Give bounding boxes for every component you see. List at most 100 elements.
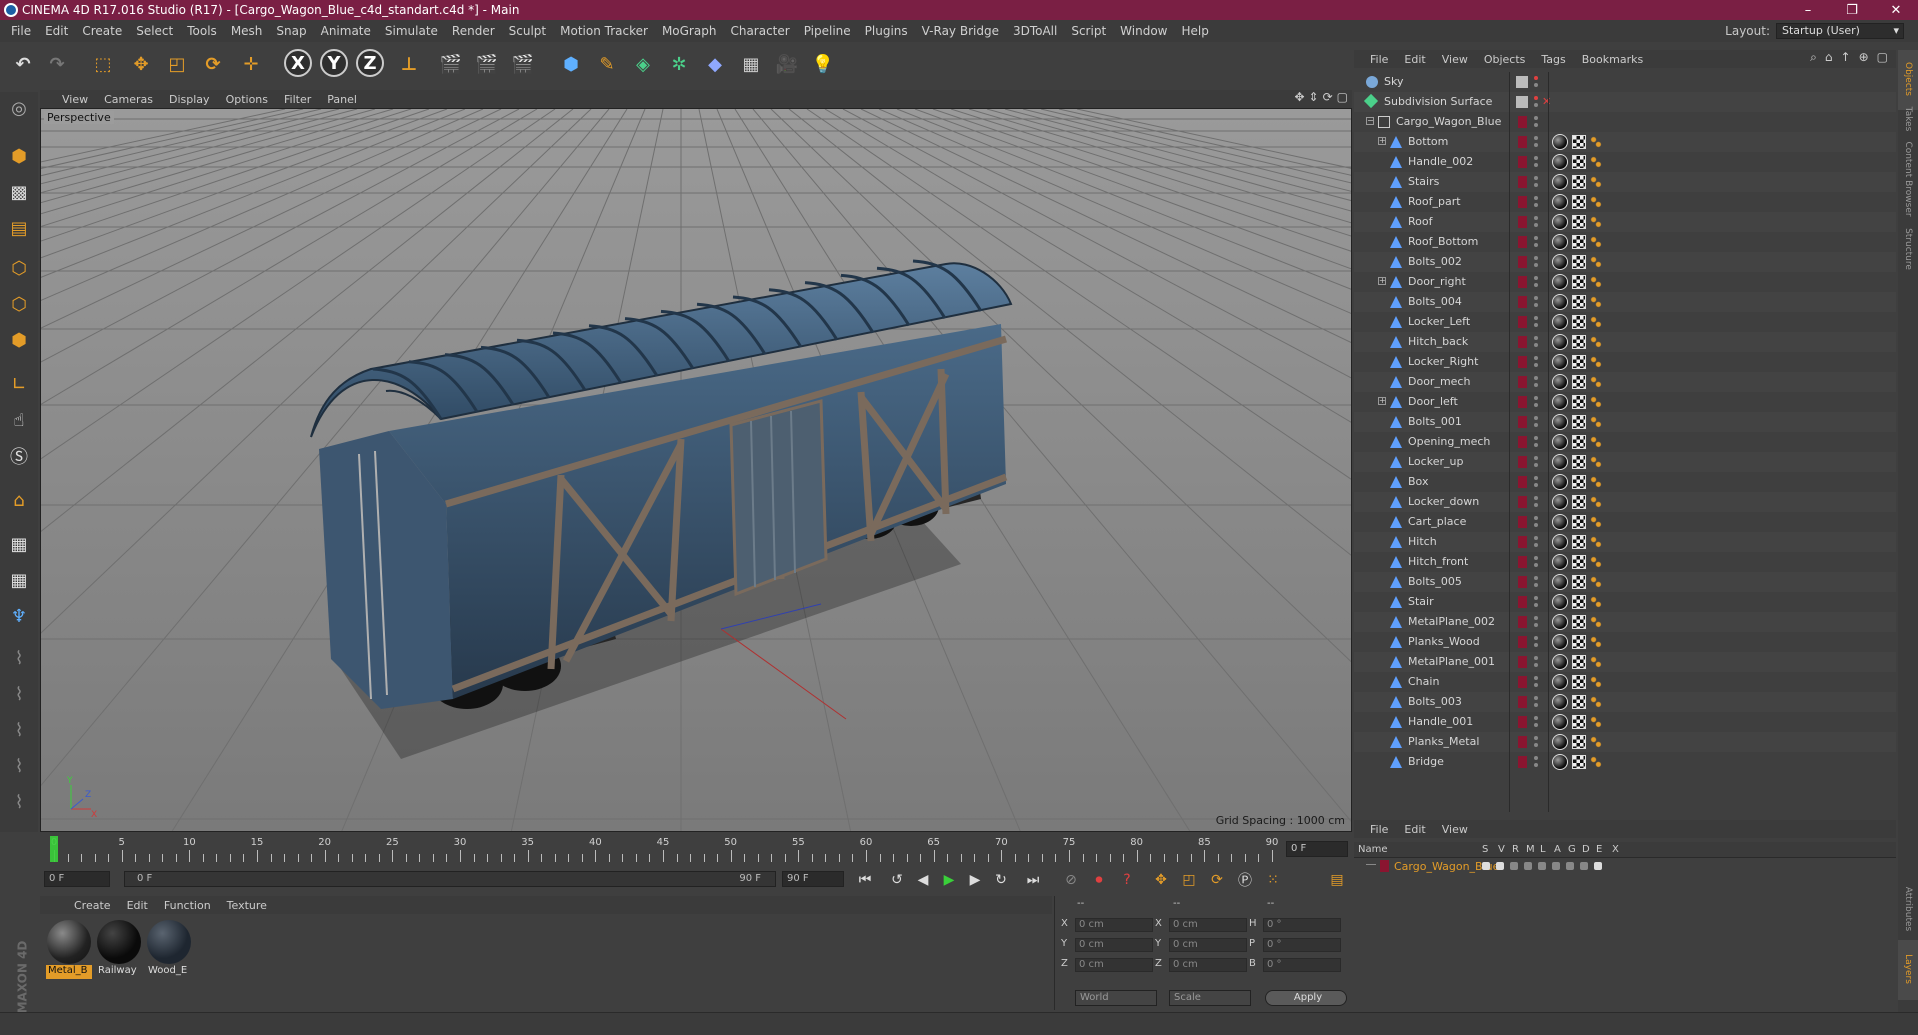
object-row[interactable]: Subdivision Surface ✕ <box>1354 92 1896 112</box>
cube-primitive-icon[interactable]: ⬢ <box>556 49 586 79</box>
menu-render[interactable]: Render <box>445 24 502 38</box>
material-tag-icon[interactable] <box>1552 354 1568 370</box>
visibility-render-dot[interactable] <box>1534 563 1538 567</box>
object-row[interactable]: +Hitch <box>1354 532 1896 552</box>
visibility-render-dot[interactable] <box>1534 383 1538 387</box>
layout-dropdown[interactable]: Startup (User) <box>1776 23 1904 39</box>
expand-toggle-icon[interactable]: + <box>1378 137 1386 145</box>
visibility-render-dot[interactable] <box>1534 163 1538 167</box>
material-menu-create[interactable]: Create <box>66 899 119 912</box>
object-row[interactable]: +Handle_001 <box>1354 712 1896 732</box>
layer-color-swatch[interactable] <box>1518 296 1527 308</box>
uvw-tag-icon[interactable] <box>1572 395 1586 409</box>
uvw-tag-icon[interactable] <box>1572 495 1586 509</box>
layer-color-swatch[interactable] <box>1518 196 1527 208</box>
coord-value-field[interactable]: 0 ° <box>1263 918 1341 932</box>
menu-animate[interactable]: Animate <box>314 24 378 38</box>
uvw-tag-icon[interactable] <box>1572 715 1586 729</box>
object-row[interactable]: +MetalPlane_002 <box>1354 612 1896 632</box>
menu-motion-tracker[interactable]: Motion Tracker <box>553 24 655 38</box>
visibility-render-dot[interactable] <box>1534 443 1538 447</box>
layer-flag-icon[interactable] <box>1552 862 1560 870</box>
visibility-editor-dot[interactable] <box>1534 476 1538 480</box>
previous-key-icon[interactable]: ↺ <box>886 869 908 891</box>
uvw-tag-icon[interactable] <box>1572 555 1586 569</box>
visibility-editor-dot[interactable] <box>1534 376 1538 380</box>
layer-menu-file[interactable]: File <box>1362 823 1396 836</box>
menu-pipeline[interactable]: Pipeline <box>797 24 858 38</box>
object-row[interactable]: +Planks_Wood <box>1354 632 1896 652</box>
selection-tag-icon[interactable] <box>1590 296 1602 308</box>
selection-tag-icon[interactable] <box>1590 496 1602 508</box>
y-axis-lock-button[interactable]: Y <box>320 49 348 77</box>
previous-frame-icon[interactable]: ◀ <box>912 869 934 891</box>
object-row[interactable]: +Locker_Right <box>1354 352 1896 372</box>
expand-toggle-icon[interactable]: + <box>1378 277 1386 285</box>
selection-tag-icon[interactable] <box>1590 396 1602 408</box>
coord-value-field[interactable]: 0 cm <box>1169 918 1247 932</box>
dolly-icon[interactable]: ⇕ <box>1309 90 1319 104</box>
visibility-render-dot[interactable] <box>1534 463 1538 467</box>
layer-color-swatch[interactable] <box>1518 516 1527 528</box>
selection-tag-icon[interactable] <box>1590 716 1602 728</box>
playhead[interactable] <box>50 836 58 862</box>
visibility-editor-dot[interactable] <box>1534 76 1538 80</box>
visibility-editor-dot[interactable] <box>1534 676 1538 680</box>
visibility-render-dot[interactable] <box>1534 703 1538 707</box>
visibility-editor-dot[interactable] <box>1534 516 1538 520</box>
visibility-editor-dot[interactable] <box>1534 696 1538 700</box>
apply-button[interactable]: Apply <box>1265 990 1347 1006</box>
object-row[interactable]: + Bottom <box>1354 132 1896 152</box>
layer-color-swatch[interactable] <box>1518 596 1527 608</box>
move-tool-icon[interactable]: ✥ <box>126 49 156 79</box>
selection-tag-icon[interactable] <box>1590 536 1602 548</box>
visibility-render-dot[interactable] <box>1534 363 1538 367</box>
selection-tag-icon[interactable] <box>1590 756 1602 768</box>
visibility-editor-dot[interactable] <box>1534 656 1538 660</box>
polygons-mode-icon[interactable]: ⬢ <box>3 324 35 356</box>
object-menu-edit[interactable]: Edit <box>1396 53 1433 66</box>
coord-mode-world-dropdown[interactable]: World <box>1075 990 1157 1006</box>
visibility-editor-dot[interactable] <box>1534 576 1538 580</box>
visibility-render-dot[interactable] <box>1534 123 1538 127</box>
side-tab-content-browser[interactable]: Content Browser <box>1898 141 1918 216</box>
uvw-tag-icon[interactable] <box>1572 535 1586 549</box>
edges-mode-icon[interactable]: ⬡ <box>3 288 35 320</box>
next-key-icon[interactable]: ↻ <box>990 869 1012 891</box>
visibility-editor-dot[interactable] <box>1534 356 1538 360</box>
selection-tag-icon[interactable] <box>1590 676 1602 688</box>
layer-color-swatch[interactable] <box>1518 636 1527 648</box>
visibility-editor-dot[interactable] <box>1534 396 1538 400</box>
object-row[interactable]: +Opening_mech <box>1354 432 1896 452</box>
maximize-button[interactable]: ❐ <box>1830 0 1874 20</box>
material-tag-icon[interactable] <box>1552 414 1568 430</box>
side-tab-attributes[interactable]: Attributes <box>1898 880 1918 940</box>
material-tag-icon[interactable] <box>1552 314 1568 330</box>
visibility-render-dot[interactable] <box>1534 103 1538 107</box>
uvw-tag-icon[interactable] <box>1572 135 1586 149</box>
key-rotation-icon[interactable]: ⟳ <box>1206 869 1228 891</box>
menu-window[interactable]: Window <box>1113 24 1174 38</box>
locked-workplane-icon[interactable]: ▦ <box>3 564 35 596</box>
viewport-menu-cameras[interactable]: Cameras <box>96 93 161 106</box>
layer-column-x[interactable]: X <box>1612 844 1619 855</box>
uvw-tag-icon[interactable] <box>1572 335 1586 349</box>
selection-tag-icon[interactable] <box>1590 236 1602 248</box>
visibility-render-dot[interactable] <box>1534 523 1538 527</box>
selection-tag-icon[interactable] <box>1590 736 1602 748</box>
paint-tool-icon[interactable]: ⌇ <box>3 750 35 782</box>
visibility-render-dot[interactable] <box>1534 583 1538 587</box>
selection-tag-icon[interactable] <box>1590 656 1602 668</box>
selection-tag-icon[interactable] <box>1590 416 1602 428</box>
menu-sculpt[interactable]: Sculpt <box>502 24 553 38</box>
object-row[interactable]: +Bolts_001 <box>1354 412 1896 432</box>
layer-flag-icon[interactable] <box>1524 862 1532 870</box>
coord-value-field[interactable]: 0 ° <box>1263 938 1341 952</box>
visibility-render-dot[interactable] <box>1534 323 1538 327</box>
visibility-editor-dot[interactable] <box>1534 216 1538 220</box>
undo-icon[interactable]: ↶ <box>8 49 38 79</box>
selection-tag-icon[interactable] <box>1590 336 1602 348</box>
material-tag-icon[interactable] <box>1552 334 1568 350</box>
timeline-window-icon[interactable]: ▤ <box>1326 869 1348 891</box>
uvw-tag-icon[interactable] <box>1572 755 1586 769</box>
